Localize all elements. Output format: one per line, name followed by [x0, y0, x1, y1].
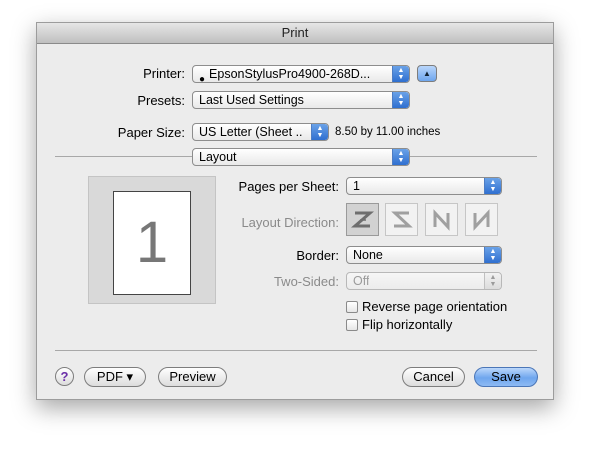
help-button[interactable]: ?: [55, 367, 74, 386]
pages-per-sheet-popup[interactable]: 1 ▲ ▼: [346, 177, 502, 195]
footer-separator: [55, 350, 537, 351]
paper-size-label: Paper Size:: [117, 125, 185, 140]
reverse-orientation-checkbox[interactable]: [346, 301, 358, 313]
printer-popup[interactable]: ● EpsonStylusPro4900-268D... ▲ ▼: [192, 65, 410, 83]
disclosure-triangle-icon: ▲: [423, 69, 431, 78]
presets-value: Last Used Settings: [199, 93, 304, 107]
reverse-orientation-label: Reverse page orientation: [362, 299, 508, 314]
printer-value: EpsonStylusPro4900-268D...: [209, 67, 371, 81]
disclosure-button[interactable]: ▲: [417, 65, 437, 82]
reverse-n-direction-icon: [473, 209, 490, 231]
section-popup[interactable]: Layout ▲ ▼: [192, 148, 410, 166]
border-value: None: [353, 248, 383, 262]
z-direction-icon: [350, 211, 375, 228]
updown-arrows-icon: ▲ ▼: [484, 178, 501, 194]
updown-arrows-icon: ▲ ▼: [484, 273, 501, 289]
paper-dimensions: 8.50 by 11.00 inches: [335, 126, 441, 138]
layout-direction-label: Layout Direction:: [241, 215, 339, 230]
n-direction-icon: [433, 209, 450, 231]
preview-button[interactable]: Preview: [158, 367, 227, 387]
layout-direction-n-button[interactable]: [425, 203, 458, 236]
pages-per-sheet-value: 1: [353, 179, 360, 193]
window-title: Print: [37, 23, 553, 44]
updown-arrows-icon: ▲ ▼: [392, 92, 409, 108]
two-sided-popup: Off ▲ ▼: [346, 272, 502, 290]
pages-per-sheet-label: Pages per Sheet:: [238, 179, 339, 194]
cancel-button[interactable]: Cancel: [402, 367, 465, 387]
layout-preview: 1: [88, 176, 216, 304]
flip-horizontally-checkbox[interactable]: [346, 319, 358, 331]
updown-arrows-icon: ▲ ▼: [484, 247, 501, 263]
paper-size-value: US Letter (Sheet ...: [199, 125, 302, 139]
preview-page: 1: [113, 191, 191, 295]
updown-arrows-icon: ▲ ▼: [392, 66, 409, 82]
updown-arrows-icon: ▲ ▼: [392, 149, 409, 165]
layout-direction-z-button[interactable]: [346, 203, 379, 236]
two-sided-label: Two-Sided:: [273, 274, 339, 289]
pdf-button[interactable]: PDF ▾: [84, 367, 146, 387]
printer-status-icon: ●: [199, 74, 206, 83]
two-sided-value: Off: [353, 274, 370, 288]
presets-label: Presets:: [137, 93, 185, 108]
reverse-s-direction-icon: [391, 211, 413, 228]
border-popup[interactable]: None ▲ ▼: [346, 246, 502, 264]
updown-arrows-icon: ▲ ▼: [311, 124, 328, 140]
section-value: Layout: [199, 150, 237, 164]
paper-size-popup[interactable]: US Letter (Sheet ... ▲ ▼: [192, 123, 329, 141]
printer-label: Printer:: [143, 66, 185, 81]
layout-direction-reverse-n-button[interactable]: [465, 203, 498, 236]
print-dialog: Print Printer: ● EpsonStylusPro4900-268D.…: [36, 22, 554, 400]
save-button[interactable]: Save: [474, 367, 538, 387]
layout-direction-s-button[interactable]: [385, 203, 418, 236]
presets-popup[interactable]: Last Used Settings ▲ ▼: [192, 91, 410, 109]
flip-horizontally-label: Flip horizontally: [362, 317, 453, 332]
border-label: Border:: [296, 248, 339, 263]
